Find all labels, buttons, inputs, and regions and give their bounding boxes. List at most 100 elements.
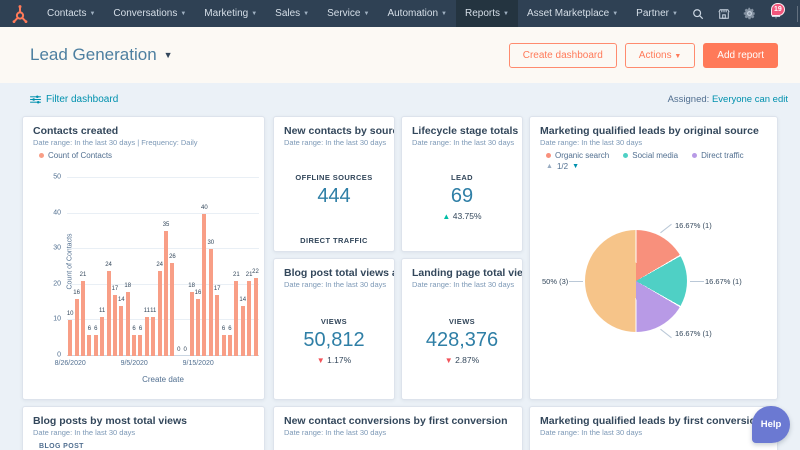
- table-column-header: BLOG POST: [39, 443, 84, 450]
- card-meta: Date range: In the last 30 days: [274, 428, 522, 437]
- bar-value-label: 17: [112, 286, 119, 292]
- x-tick-label: 8/26/2020: [55, 360, 86, 367]
- bar[interactable]: 11: [145, 317, 149, 356]
- create-dashboard-button[interactable]: Create dashboard: [509, 43, 617, 68]
- pie-callout-line: [690, 281, 704, 282]
- legend-item[interactable]: Count of Contacts: [39, 151, 112, 160]
- add-report-button[interactable]: Add report: [703, 43, 778, 68]
- bar-value-label: 24: [156, 262, 163, 268]
- card-meta: Date range: In the last 30 days: [274, 138, 394, 147]
- gear-icon[interactable]: [739, 0, 761, 27]
- bar[interactable]: 24: [158, 271, 162, 356]
- bar[interactable]: 26: [170, 263, 174, 356]
- bar[interactable]: 16: [196, 299, 200, 356]
- card-title: Landing page total vie...: [402, 259, 522, 280]
- assigned-value-link[interactable]: Everyone can edit: [712, 94, 788, 105]
- nav-item-partner[interactable]: Partner▼: [627, 0, 687, 27]
- bar[interactable]: 6: [87, 335, 91, 356]
- nav-item-reports[interactable]: Reports▼: [456, 0, 518, 27]
- top-nav: Contacts▼Conversations▼Marketing▼Sales▼S…: [0, 0, 800, 27]
- bar[interactable]: 24: [107, 271, 111, 356]
- hubspot-logo-icon[interactable]: [10, 4, 30, 24]
- card-title: New contacts by source: [274, 117, 394, 138]
- bar[interactable]: 18: [126, 292, 130, 356]
- filter-bar: Filter dashboard Assigned: Everyone can …: [0, 83, 800, 116]
- bar[interactable]: 14: [119, 306, 123, 356]
- metric-value: 69: [402, 185, 522, 208]
- bar[interactable]: 30: [209, 249, 213, 356]
- metric-label: VIEWS: [274, 317, 394, 326]
- y-tick-label: 20: [53, 280, 61, 287]
- y-tick-label: 30: [53, 245, 61, 252]
- bar[interactable]: 6: [94, 335, 98, 356]
- bar-value-label: 11: [150, 308, 156, 314]
- card-mql-by-first-conversion: Marketing qualified leads by first conve…: [529, 406, 778, 450]
- notifications-icon[interactable]: 19: [765, 0, 787, 27]
- card-blog-posts-by-most-total-views: Blog posts by most total views Date rang…: [22, 406, 265, 450]
- nav-item-automation[interactable]: Automation▼: [378, 0, 456, 27]
- filter-dashboard-button[interactable]: Filter dashboard: [30, 94, 118, 105]
- pie-slice-label: 16.67% (1): [675, 221, 712, 230]
- bar[interactable]: 6: [228, 335, 232, 356]
- bar[interactable]: 18: [190, 292, 194, 356]
- help-button[interactable]: Help: [752, 406, 790, 443]
- trend-down-icon: ▼: [317, 356, 325, 365]
- nav-item-marketing[interactable]: Marketing▼: [195, 0, 266, 27]
- nav-item-conversations[interactable]: Conversations▼: [104, 0, 195, 27]
- card-meta: Date range: In the last 30 days: [402, 138, 522, 147]
- bar-value-label: 11: [144, 308, 150, 314]
- nav-item-asset-marketplace[interactable]: Asset Marketplace▼: [518, 0, 627, 27]
- metric-change: ▲ 43.75%: [402, 211, 522, 221]
- bar[interactable]: 21: [81, 281, 85, 356]
- bar[interactable]: 10: [68, 320, 72, 356]
- search-icon[interactable]: [687, 0, 709, 27]
- nav-item-service[interactable]: Service▼: [318, 0, 378, 27]
- card-contacts-created: Contacts created Date range: In the last…: [22, 116, 265, 400]
- bar-value-label: 16: [73, 290, 80, 296]
- card-mql-by-original-source: Marketing qualified leads by original so…: [529, 116, 778, 400]
- nav-item-sales[interactable]: Sales▼: [266, 0, 318, 27]
- metric-value: 50,812: [274, 329, 394, 352]
- bar-value-label: 21: [80, 272, 87, 278]
- card-meta: Date range: In the last 30 days: [402, 280, 522, 289]
- bar-value-label: 6: [228, 326, 231, 332]
- dashboard-title-selector[interactable]: Lead Generation ▼: [30, 45, 173, 65]
- bar[interactable]: 14: [241, 306, 245, 356]
- marketplace-icon[interactable]: [713, 0, 735, 27]
- card-title: Contacts created: [23, 117, 264, 138]
- page-title: Lead Generation: [30, 45, 157, 65]
- y-tick-label: 0: [57, 352, 61, 359]
- bar[interactable]: 35: [164, 231, 168, 356]
- bar-value-label: 10: [67, 311, 74, 317]
- bar-value-label: 6: [132, 326, 135, 332]
- notification-badge[interactable]: 19: [771, 3, 785, 16]
- bar[interactable]: 6: [138, 335, 142, 356]
- bar[interactable]: 22: [254, 278, 258, 356]
- card-lifecycle-stage-totals: Lifecycle stage totals Date range: In th…: [401, 116, 523, 252]
- nav-item-contacts[interactable]: Contacts▼: [38, 0, 104, 27]
- pie-slice-label: 16.67% (1): [705, 277, 742, 286]
- bar-value-label: 24: [105, 262, 112, 268]
- bar-value-label: 30: [207, 240, 214, 246]
- bar[interactable]: 11: [100, 317, 104, 356]
- pie-graphic[interactable]: [585, 230, 687, 332]
- bar-value-label: 26: [169, 254, 176, 260]
- actions-button[interactable]: Actions ▼: [625, 43, 696, 68]
- bar[interactable]: 40: [202, 214, 206, 356]
- bar-value-label: 11: [99, 308, 105, 314]
- bar[interactable]: 6: [222, 335, 226, 356]
- bar[interactable]: 6: [132, 335, 136, 356]
- bar[interactable]: 21: [247, 281, 251, 356]
- pie-slice-label: 50% (3): [542, 277, 568, 286]
- bar[interactable]: 17: [215, 295, 219, 356]
- metric-label: LEAD: [402, 173, 522, 182]
- title-chevron-down-icon: ▼: [164, 50, 173, 60]
- nav-right-cluster: 19 ▼: [687, 0, 800, 27]
- metric-label: DIRECT TRAFFIC: [274, 236, 394, 245]
- bar[interactable]: 11: [151, 317, 155, 356]
- bar[interactable]: 16: [75, 299, 79, 356]
- bar[interactable]: 21: [234, 281, 238, 356]
- bar-value-label: 14: [118, 297, 125, 303]
- bar-value-label: 17: [214, 286, 221, 292]
- bar[interactable]: 17: [113, 295, 117, 356]
